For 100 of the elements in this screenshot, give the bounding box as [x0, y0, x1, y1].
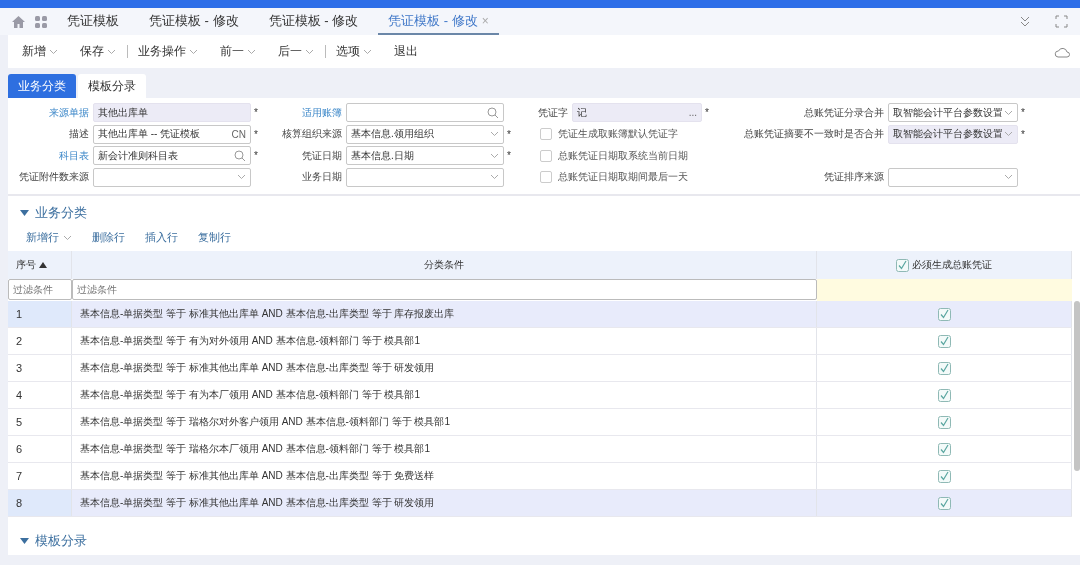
caret-icon [107, 48, 116, 55]
action-button[interactable]: 删除行 [84, 230, 133, 245]
row-number: 1 [16, 308, 23, 320]
dropdown-icon [490, 152, 499, 159]
checkbox[interactable] [937, 361, 951, 375]
input-field[interactable]: 取智能会计平台参数设置 [888, 103, 1018, 123]
field-suffix[interactable]: CN [231, 128, 246, 140]
field-label: 业务日期 [301, 170, 343, 185]
column-header[interactable]: 必须生成总账凭证 [912, 258, 992, 272]
checkbox[interactable] [937, 442, 951, 456]
checkbox[interactable] [937, 388, 951, 402]
required-mark: * [1020, 128, 1026, 140]
cloud-icon[interactable] [1054, 45, 1070, 58]
field-label: 凭证日期 [301, 148, 343, 163]
caret-icon [49, 48, 58, 55]
checkbox-label: 凭证生成取账簿默认凭证字 [558, 127, 678, 142]
toolbar-button[interactable]: 保存 [70, 43, 128, 60]
checkbox[interactable] [937, 307, 951, 321]
checkbox[interactable] [937, 496, 951, 510]
table-row[interactable]: 5 基本信息-单据类型 等于 瑞格尔对外客户领用 AND 基本信息-领料部门 等于 模具部1 [8, 409, 1072, 436]
input-field[interactable] [93, 167, 251, 187]
checkbox[interactable] [896, 258, 909, 272]
view-tab[interactable]: 业务分类 [8, 74, 76, 98]
toolbar-button[interactable]: 新增 [12, 43, 70, 60]
field-label: 凭证排序来源 [823, 170, 885, 185]
row-number: 5 [16, 416, 23, 428]
input-field[interactable]: 新会计准则科目表 [93, 146, 251, 166]
condition-text: 基本信息-单据类型 等于 标准其他出库单 AND 基本信息-出库类型 等于 库存报废出库 [80, 307, 455, 321]
input-field[interactable]: 基本信息.日期 [346, 146, 504, 166]
row-number: 8 [16, 497, 23, 509]
column-header[interactable]: 分类条件 [424, 258, 464, 272]
page-tab[interactable]: 凭证模板 - 修改 [258, 8, 369, 35]
dropdown-icon [490, 131, 499, 138]
action-button[interactable]: 新增行 [18, 230, 80, 245]
required-mark: * [506, 150, 512, 162]
caret-icon [63, 234, 72, 241]
toolbar-button[interactable]: 退出 [384, 43, 430, 60]
checkbox[interactable] [540, 171, 552, 184]
filter-field[interactable]: 过滤条件 [8, 279, 72, 300]
search-icon[interactable] [487, 106, 499, 119]
action-button[interactable]: 插入行 [137, 230, 186, 245]
row-number: 4 [16, 389, 23, 401]
table-row[interactable]: 7 基本信息-单据类型 等于 标准其他出库单 AND 基本信息-出库类型 等于 免费送样 [8, 463, 1072, 490]
dropdown-icon [1004, 131, 1013, 138]
input-field[interactable] [346, 103, 504, 123]
table-row[interactable]: 4 基本信息-单据类型 等于 有为本厂领用 AND 基本信息-领料部门 等于 模具部1 [8, 382, 1072, 409]
table-row[interactable]: 3 基本信息-单据类型 等于 标准其他出库单 AND 基本信息-出库类型 等于 研发领用 [8, 355, 1072, 382]
input-field[interactable] [346, 167, 504, 187]
toolbar-button[interactable]: 前一 [210, 43, 268, 60]
grid-icon[interactable] [35, 15, 47, 28]
toolbar-button[interactable]: 后一 [268, 43, 326, 60]
input-field[interactable] [888, 167, 1018, 187]
chevrons-down-icon[interactable] [1019, 15, 1031, 28]
field-link[interactable]: 科目表 [8, 148, 93, 163]
page-tab[interactable]: 凭证模板 - 修改 [139, 8, 249, 35]
row-number: 3 [16, 362, 23, 374]
field-label: 总账凭证摘要不一致时是否合并 [743, 127, 885, 142]
caret-icon [189, 48, 198, 55]
toolbar-button[interactable]: 业务操作 [128, 43, 210, 60]
caret-icon [305, 48, 314, 55]
checkbox[interactable] [540, 128, 552, 141]
toolbar-button[interactable]: 选项 [326, 43, 384, 60]
fullscreen-icon[interactable] [1055, 15, 1068, 28]
checkbox-label: 总账凭证日期取期间最后一天 [558, 170, 688, 185]
input-field[interactable]: 基本信息.领用组织 [346, 124, 504, 144]
table-row[interactable]: 1 基本信息-单据类型 等于 标准其他出库单 AND 基本信息-出库类型 等于 库存报废出库 [8, 301, 1072, 328]
view-tab[interactable]: 模板分录 [78, 74, 146, 98]
condition-text: 基本信息-单据类型 等于 瑞格尔对外客户领用 AND 基本信息-领料部门 等于 模具部1 [80, 415, 450, 429]
collapse-icon[interactable] [20, 209, 29, 217]
collapse-icon[interactable] [20, 537, 29, 545]
field-label: 凭证附件数来源 [18, 170, 90, 185]
row-number: 2 [16, 335, 23, 347]
table-row[interactable]: 8 基本信息-单据类型 等于 标准其他出库单 AND 基本信息-出库类型 等于 研发领用 [8, 490, 1072, 517]
page-tab[interactable]: 凭证模板 [57, 8, 129, 35]
required-mark: * [253, 150, 259, 162]
condition-text: 基本信息-单据类型 等于 标准其他出库单 AND 基本信息-出库类型 等于 免费送样 [80, 469, 435, 483]
section-title: 模板分录 [35, 532, 87, 550]
scrollbar[interactable] [1074, 301, 1080, 471]
action-button[interactable]: 复制行 [190, 230, 239, 245]
home-icon[interactable] [12, 15, 25, 28]
dropdown-icon [490, 174, 499, 181]
field-link[interactable]: 适用账簿 [270, 105, 346, 120]
search-icon[interactable] [234, 149, 246, 162]
condition-text: 基本信息-单据类型 等于 有为本厂领用 AND 基本信息-领料部门 等于 模具部1 [80, 388, 420, 402]
filter-field[interactable]: 过滤条件 [72, 279, 817, 300]
input-field[interactable]: 其他出库单 -- 凭证模板 CN [93, 124, 251, 144]
checkbox[interactable] [937, 415, 951, 429]
column-header[interactable]: 序号 [16, 258, 36, 272]
sort-up-icon[interactable] [39, 262, 47, 268]
caret-icon [247, 48, 256, 55]
required-mark: * [506, 128, 512, 140]
table-row[interactable]: 2 基本信息-单据类型 等于 有为对外领用 AND 基本信息-领料部门 等于 模具部1 [8, 328, 1072, 355]
checkbox[interactable] [937, 334, 951, 348]
tab-label: 凭证模板 - 修改 [388, 11, 478, 30]
checkbox[interactable] [937, 469, 951, 483]
dropdown-icon [237, 174, 246, 181]
field-label: 核算组织来源 [281, 127, 343, 142]
table-row[interactable]: 6 基本信息-单据类型 等于 瑞格尔本厂领用 AND 基本信息-领料部门 等于 模具部1 [8, 436, 1072, 463]
section-title: 业务分类 [35, 204, 87, 222]
checkbox[interactable] [540, 149, 552, 162]
